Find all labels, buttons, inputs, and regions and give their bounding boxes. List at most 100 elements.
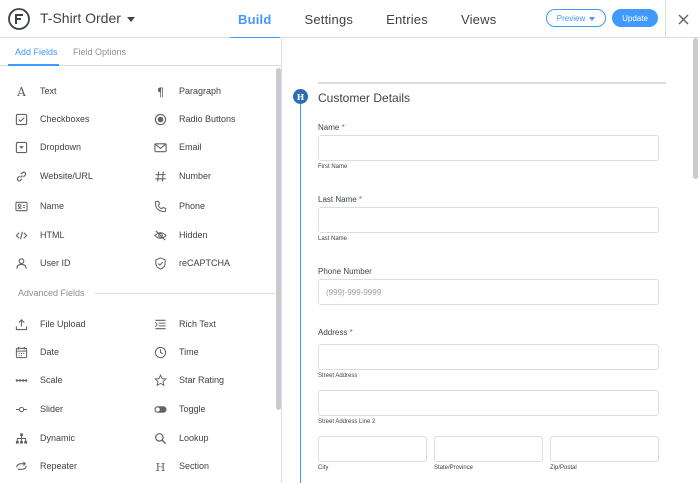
field-scale[interactable]: Scale <box>14 373 63 387</box>
field-label: reCAPTCHA <box>179 258 231 268</box>
address-label-text: Address <box>318 328 348 337</box>
field-star-rating[interactable]: Star Rating <box>153 373 224 387</box>
code-icon <box>14 228 28 242</box>
preview-label: Preview <box>556 13 586 23</box>
text-icon: A <box>14 84 28 98</box>
divider <box>95 293 275 294</box>
user-icon <box>14 256 28 270</box>
last-name-label: Last Name * <box>318 195 362 204</box>
state-input[interactable] <box>434 436 543 462</box>
phone-input[interactable]: (999)-999-9999 <box>318 279 659 305</box>
street-address-input[interactable] <box>318 344 659 370</box>
field-rich-text[interactable]: Rich Text <box>153 317 216 331</box>
upload-icon <box>14 317 28 331</box>
chevron-down-icon <box>589 16 596 21</box>
field-label: User ID <box>40 258 71 268</box>
top-bar: T-Shirt Order Build Settings Entries Vie… <box>0 0 700 39</box>
section-heading-badge[interactable]: H <box>293 89 308 104</box>
section-divider <box>318 82 666 84</box>
city-sublabel: City <box>318 465 329 471</box>
sidebar-scrollbar[interactable] <box>276 68 281 410</box>
tab-settings[interactable]: Settings <box>297 0 362 38</box>
formidable-logo-icon[interactable] <box>8 8 30 30</box>
street-address-line2-input[interactable] <box>318 390 659 416</box>
eye-slash-icon <box>153 228 167 242</box>
field-number[interactable]: Number <box>153 169 211 183</box>
field-toggle[interactable]: Toggle <box>153 402 206 416</box>
field-dynamic[interactable]: Dynamic <box>14 431 75 445</box>
field-text[interactable]: A Text <box>14 84 57 98</box>
field-html[interactable]: HTML <box>14 228 65 242</box>
name-label: Name * <box>318 123 345 132</box>
tab-add-fields[interactable]: Add Fields <box>15 47 58 57</box>
section-title[interactable]: Customer Details <box>318 91 410 105</box>
field-label: Paragraph <box>179 86 222 96</box>
field-label: Repeater <box>40 461 78 471</box>
field-label: Hidden <box>179 230 208 240</box>
slider-icon <box>14 402 28 416</box>
field-time[interactable]: Time <box>153 345 199 359</box>
sidebar-tabs: Add Fields Field Options <box>0 38 281 66</box>
field-label: Checkboxes <box>40 114 90 124</box>
update-button[interactable]: Update <box>612 9 658 27</box>
field-name[interactable]: Name <box>14 199 64 213</box>
form-canvas: H Customer Details Name * First Name Las… <box>283 38 700 483</box>
repeater-icon <box>14 459 28 473</box>
first-name-sublabel: First Name <box>318 164 348 170</box>
sitemap-icon <box>14 431 28 445</box>
active-tab-indicator <box>8 64 59 66</box>
tab-views[interactable]: Views <box>453 0 504 38</box>
field-dropdown[interactable]: Dropdown <box>14 140 81 154</box>
field-section[interactable]: H Section <box>153 459 209 473</box>
field-label: Scale <box>40 375 63 385</box>
city-input[interactable] <box>318 436 427 462</box>
field-radio-buttons[interactable]: Radio Buttons <box>153 112 236 126</box>
star-icon <box>153 373 167 387</box>
scale-icon <box>14 373 28 387</box>
main-nav: Build Settings Entries Views <box>230 0 521 39</box>
canvas-scrollbar[interactable] <box>693 38 698 179</box>
field-phone[interactable]: Phone <box>153 199 205 213</box>
field-hidden[interactable]: Hidden <box>153 228 208 242</box>
phone-icon <box>153 199 167 213</box>
field-label: Phone <box>179 201 206 211</box>
field-user-id[interactable]: User ID <box>14 256 71 270</box>
required-mark: * <box>358 195 363 204</box>
field-label: Slider <box>40 404 64 414</box>
field-label: Radio Buttons <box>179 114 236 124</box>
field-label: Number <box>179 171 212 181</box>
last-name-input[interactable] <box>318 207 659 233</box>
close-button[interactable] <box>665 0 700 38</box>
field-lookup[interactable]: Lookup <box>153 431 209 445</box>
field-recaptcha[interactable]: reCAPTCHA <box>153 256 230 270</box>
field-file-upload[interactable]: File Upload <box>14 317 86 331</box>
field-checkboxes[interactable]: Checkboxes <box>14 112 90 126</box>
shield-icon <box>153 256 167 270</box>
last-name-sublabel: Last Name <box>318 236 348 242</box>
field-label: Email <box>179 142 202 152</box>
field-label: Website/URL <box>40 171 93 181</box>
clock-icon <box>153 345 167 359</box>
field-slider[interactable]: Slider <box>14 402 63 416</box>
preview-button[interactable]: Preview <box>546 9 606 27</box>
field-label: Text <box>40 86 57 96</box>
form-title-dropdown[interactable]: T-Shirt Order <box>40 10 135 26</box>
field-label: Rich Text <box>179 319 216 329</box>
field-label: Time <box>179 347 199 357</box>
tab-build[interactable]: Build <box>230 0 280 39</box>
field-date[interactable]: Date <box>14 345 59 359</box>
field-email[interactable]: Email <box>153 140 202 154</box>
first-name-input[interactable] <box>318 135 659 161</box>
field-website-url[interactable]: Website/URL <box>14 169 93 183</box>
phone-label: Phone Number <box>318 267 372 276</box>
field-label: Date <box>40 347 60 357</box>
name-label-text: Name <box>318 123 340 132</box>
field-paragraph[interactable]: ¶ Paragraph <box>153 84 221 98</box>
zip-input[interactable] <box>550 436 659 462</box>
field-label: Toggle <box>179 404 206 414</box>
field-repeater[interactable]: Repeater <box>14 459 77 473</box>
chevron-down-icon <box>126 16 135 22</box>
address-label: Address * <box>318 328 353 337</box>
tab-entries[interactable]: Entries <box>378 0 436 38</box>
tab-field-options[interactable]: Field Options <box>73 47 126 57</box>
